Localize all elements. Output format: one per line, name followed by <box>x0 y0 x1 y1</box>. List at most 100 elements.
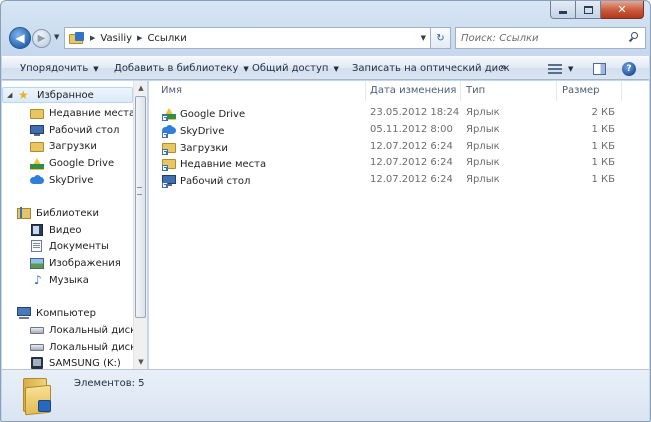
links-folder-large-icon <box>21 376 53 416</box>
column-divider[interactable] <box>621 81 622 101</box>
column-header-size[interactable]: Размер <box>562 85 600 96</box>
preview-pane-icon[interactable] <box>593 63 606 75</box>
file-size: 2 КБ <box>591 107 615 118</box>
column-headers: Имя Дата изменения Тип Размер <box>149 81 649 101</box>
search-placeholder: Поиск: Ссылки <box>461 32 539 44</box>
back-button[interactable]: ◀ <box>9 27 31 49</box>
sidebar-item-label: Недавние места <box>49 107 133 119</box>
change-view-icon[interactable] <box>548 64 562 74</box>
forward-button[interactable]: ▶ <box>32 28 51 48</box>
portable-device-icon <box>30 357 44 369</box>
sidebar-item-skydrive[interactable]: SkyDrive <box>2 172 133 188</box>
table-row[interactable]: SkyDrive 05.11.2012 8:00 Ярлык 1 КБ <box>149 122 649 139</box>
sidebar-group-favorites[interactable]: ◢ ★ Избранное <box>2 87 133 103</box>
sidebar-item-local-disk-c[interactable]: Локальный диск (C <box>2 322 133 338</box>
recent-pages-dropdown[interactable]: ▼ <box>54 33 59 41</box>
google-drive-icon <box>162 107 176 121</box>
scroll-down-icon[interactable]: ▼ <box>134 355 148 369</box>
breadcrumb-links[interactable]: Ссылки <box>147 33 186 44</box>
share-button[interactable]: Общий доступ ▼ <box>252 63 339 74</box>
file-name-cell: Недавние места <box>162 157 266 171</box>
chevron-down-icon: ▼ <box>93 64 99 73</box>
music-icon: ♪ <box>34 273 42 287</box>
sidebar-item-label: Локальный диск (C <box>49 324 133 336</box>
file-date: 12.07.2012 6:24 <box>370 157 453 168</box>
sidebar-item-video[interactable]: Видео <box>2 222 133 238</box>
sidebar-item-documents[interactable]: Документы <box>2 238 133 254</box>
sidebar-item-local-disk-d[interactable]: Локальный диск (D <box>2 339 133 355</box>
more-commands-button[interactable]: » <box>500 62 506 73</box>
collapse-icon[interactable]: ◢ <box>7 91 15 99</box>
sidebar-item-label: Изображения <box>49 257 121 269</box>
file-name: Google Drive <box>180 108 246 120</box>
desktop-icon <box>30 124 44 136</box>
table-row[interactable]: Google Drive 23.05.2012 18:24 Ярлык 2 КБ <box>149 105 649 122</box>
skydrive-icon <box>30 174 44 186</box>
pictures-icon <box>30 257 44 269</box>
column-divider[interactable] <box>460 81 461 101</box>
downloads-icon <box>162 141 176 155</box>
command-bar: Упорядочить ▼ Добавить в библиотеку ▼ Общи… <box>2 56 649 80</box>
add-to-library-button[interactable]: Добавить в библиотеку ▼ <box>114 63 249 74</box>
sidebar-item-label: Документы <box>49 240 109 252</box>
breadcrumb-separator-icon[interactable]: ▶ <box>90 34 95 42</box>
sidebar-item-label: Загрузки <box>49 140 97 152</box>
refresh-button[interactable]: ↻ <box>431 27 451 49</box>
breadcrumb-separator-icon[interactable]: ▶ <box>137 34 142 42</box>
sidebar-item-music[interactable]: ♪ Музыка <box>2 272 133 288</box>
sidebar-group-libraries[interactable]: Библиотеки <box>2 205 133 221</box>
column-header-name[interactable]: Имя <box>161 85 182 96</box>
sidebar-item-label: Локальный диск (D <box>49 341 133 353</box>
sidebar-group-label: Компьютер <box>36 307 96 319</box>
skydrive-icon <box>162 124 176 138</box>
sidebar-item-label: Музыка <box>49 274 89 286</box>
address-dropdown[interactable]: ▼ <box>421 34 426 42</box>
table-row[interactable]: Рабочий стол 12.07.2012 6:24 Ярлык 1 КБ <box>149 172 649 189</box>
navigation-pane: ◢ ★ Избранное Недавние места Рабочий сто… <box>2 81 133 369</box>
help-icon[interactable]: ? <box>622 62 636 76</box>
close-icon: ✕ <box>617 3 627 16</box>
forward-arrow-icon: ▶ <box>37 32 46 44</box>
add-to-library-label: Добавить в библиотеку <box>114 63 239 74</box>
file-date: 05.11.2012 8:00 <box>370 124 453 135</box>
sidebar-item-samsung-k[interactable]: SAMSUNG (K:) <box>2 355 133 369</box>
sidebar-item-google-drive[interactable]: Google Drive <box>2 155 133 171</box>
details-pane: Элементов: 5 <box>2 369 649 421</box>
column-divider[interactable] <box>365 81 366 101</box>
maximize-icon <box>583 5 593 14</box>
sidebar-item-pictures[interactable]: Изображения <box>2 255 133 271</box>
close-button[interactable]: ✕ <box>601 1 644 19</box>
file-date: 12.07.2012 6:24 <box>370 174 453 185</box>
star-icon: ★ <box>18 88 29 102</box>
file-type: Ярлык <box>466 107 500 118</box>
file-type: Ярлык <box>466 174 500 185</box>
scroll-up-icon[interactable]: ▲ <box>134 81 148 95</box>
column-divider[interactable] <box>556 81 557 101</box>
google-drive-icon <box>30 157 44 170</box>
table-row[interactable]: Недавние места 12.07.2012 6:24 Ярлык 1 К… <box>149 155 649 172</box>
file-name-cell: Рабочий стол <box>162 174 250 188</box>
sidebar-item-downloads[interactable]: Загрузки <box>2 138 133 154</box>
sidebar-item-recent-places[interactable]: Недавние места <box>2 105 133 121</box>
burn-disc-button[interactable]: Записать на оптический диск <box>352 63 510 74</box>
hard-drive-icon <box>30 341 44 353</box>
minimize-button[interactable] <box>550 1 576 19</box>
file-size: 1 КБ <box>591 141 615 152</box>
column-header-type[interactable]: Тип <box>466 85 485 96</box>
address-bar[interactable]: ▶ Vasiliy ▶ Ссылки ▼ <box>64 27 431 49</box>
search-icon[interactable] <box>628 32 639 43</box>
search-input[interactable]: Поиск: Ссылки <box>455 27 646 49</box>
file-name-cell: SkyDrive <box>162 124 224 138</box>
organize-button[interactable]: Упорядочить ▼ <box>20 63 99 74</box>
maximize-button[interactable] <box>576 1 601 19</box>
view-options-dropdown[interactable]: ▼ <box>568 65 573 73</box>
sidebar-group-label: Избранное <box>37 89 94 101</box>
sidebar-group-computer[interactable]: Компьютер <box>2 305 133 321</box>
table-row[interactable]: Загрузки 12.07.2012 6:24 Ярлык 1 КБ <box>149 139 649 156</box>
scroll-thumb[interactable] <box>135 96 146 318</box>
navigation-scrollbar[interactable]: ▲ ▼ <box>133 81 147 369</box>
sidebar-item-label: Google Drive <box>49 157 115 169</box>
breadcrumb-vasiliy[interactable]: Vasiliy <box>100 33 132 44</box>
sidebar-item-desktop[interactable]: Рабочий стол <box>2 122 133 138</box>
column-header-date[interactable]: Дата изменения <box>370 85 456 96</box>
